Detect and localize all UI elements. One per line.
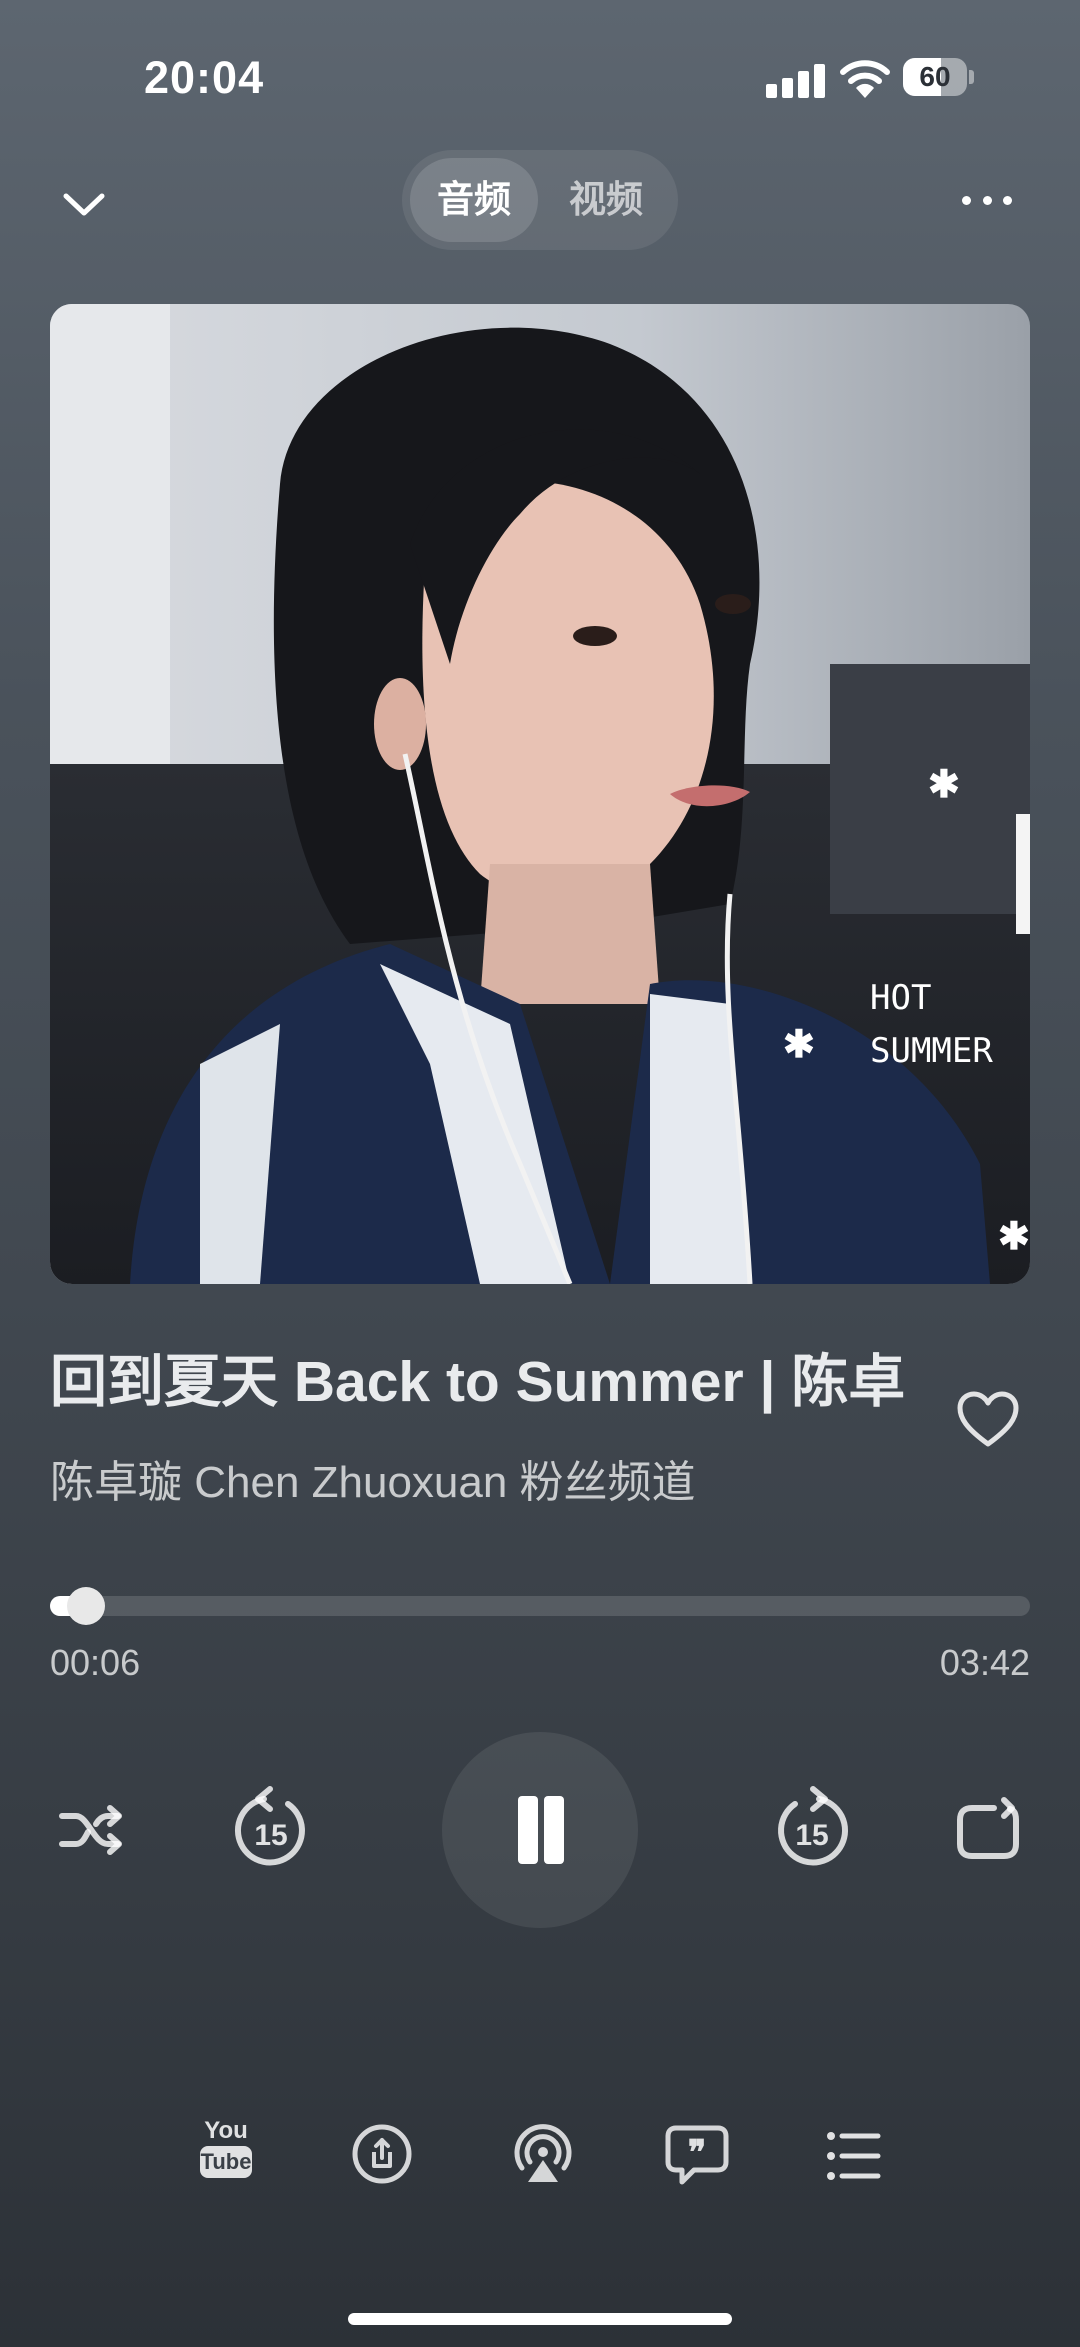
shuffle-icon[interactable] bbox=[52, 1790, 132, 1870]
progress-bar[interactable] bbox=[50, 1587, 1030, 1625]
total-time: 03:42 bbox=[939, 1642, 1030, 1683]
tab-video[interactable]: 视频 bbox=[542, 158, 670, 242]
share-icon[interactable] bbox=[350, 2122, 414, 2186]
rewind-15-icon[interactable]: 15 bbox=[226, 1785, 316, 1875]
youtube-label-bottom: Tube bbox=[200, 2146, 252, 2178]
channel-name[interactable]: 陈卓璇 Chen Zhuoxuan 粉丝频道 bbox=[50, 1446, 696, 1510]
rewind-seconds: 15 bbox=[254, 1819, 287, 1852]
artwork-text-summer: SUMMER bbox=[870, 1031, 993, 1071]
heart-icon[interactable] bbox=[956, 1390, 1020, 1450]
svg-text:✱: ✱ bbox=[928, 764, 960, 806]
battery-level: 60 bbox=[919, 61, 951, 92]
chevron-down-icon[interactable] bbox=[60, 180, 108, 228]
pause-icon bbox=[518, 1796, 538, 1864]
cellular-signal-icon bbox=[766, 62, 832, 98]
audio-video-toggle: 音频 视频 bbox=[402, 150, 678, 250]
artwork-text-hot: HOT bbox=[870, 978, 931, 1018]
pause-button[interactable] bbox=[442, 1732, 638, 1928]
progress-scrubber[interactable] bbox=[67, 1587, 105, 1625]
youtube-icon[interactable]: You Tube bbox=[190, 2118, 262, 2190]
comments-icon[interactable]: ❞ bbox=[664, 2122, 730, 2188]
tab-audio[interactable]: 音频 bbox=[410, 158, 538, 242]
home-indicator bbox=[348, 2313, 732, 2325]
wifi-icon bbox=[840, 60, 890, 98]
svg-text:✱: ✱ bbox=[998, 1216, 1030, 1258]
youtube-label-top: You bbox=[204, 2117, 248, 2144]
forward-seconds: 15 bbox=[795, 1819, 828, 1852]
track-title: 回到夏天 Back to Summer | 陈卓 bbox=[50, 1350, 906, 1414]
repeat-icon[interactable] bbox=[948, 1790, 1028, 1870]
forward-15-icon[interactable]: 15 bbox=[767, 1785, 857, 1875]
queue-list-icon[interactable] bbox=[826, 2128, 882, 2184]
battery-icon: 60 bbox=[903, 58, 974, 96]
airplay-icon[interactable] bbox=[508, 2118, 578, 2188]
status-time: 20:04 bbox=[144, 52, 265, 103]
album-artwork: ✱ ✱ ✱ HOT SUMMER bbox=[50, 304, 1030, 1284]
more-options-icon[interactable] bbox=[962, 190, 1012, 210]
svg-text:✱: ✱ bbox=[783, 1024, 815, 1066]
svg-text:❞: ❞ bbox=[688, 2133, 706, 2173]
elapsed-time: 00:06 bbox=[50, 1642, 141, 1683]
